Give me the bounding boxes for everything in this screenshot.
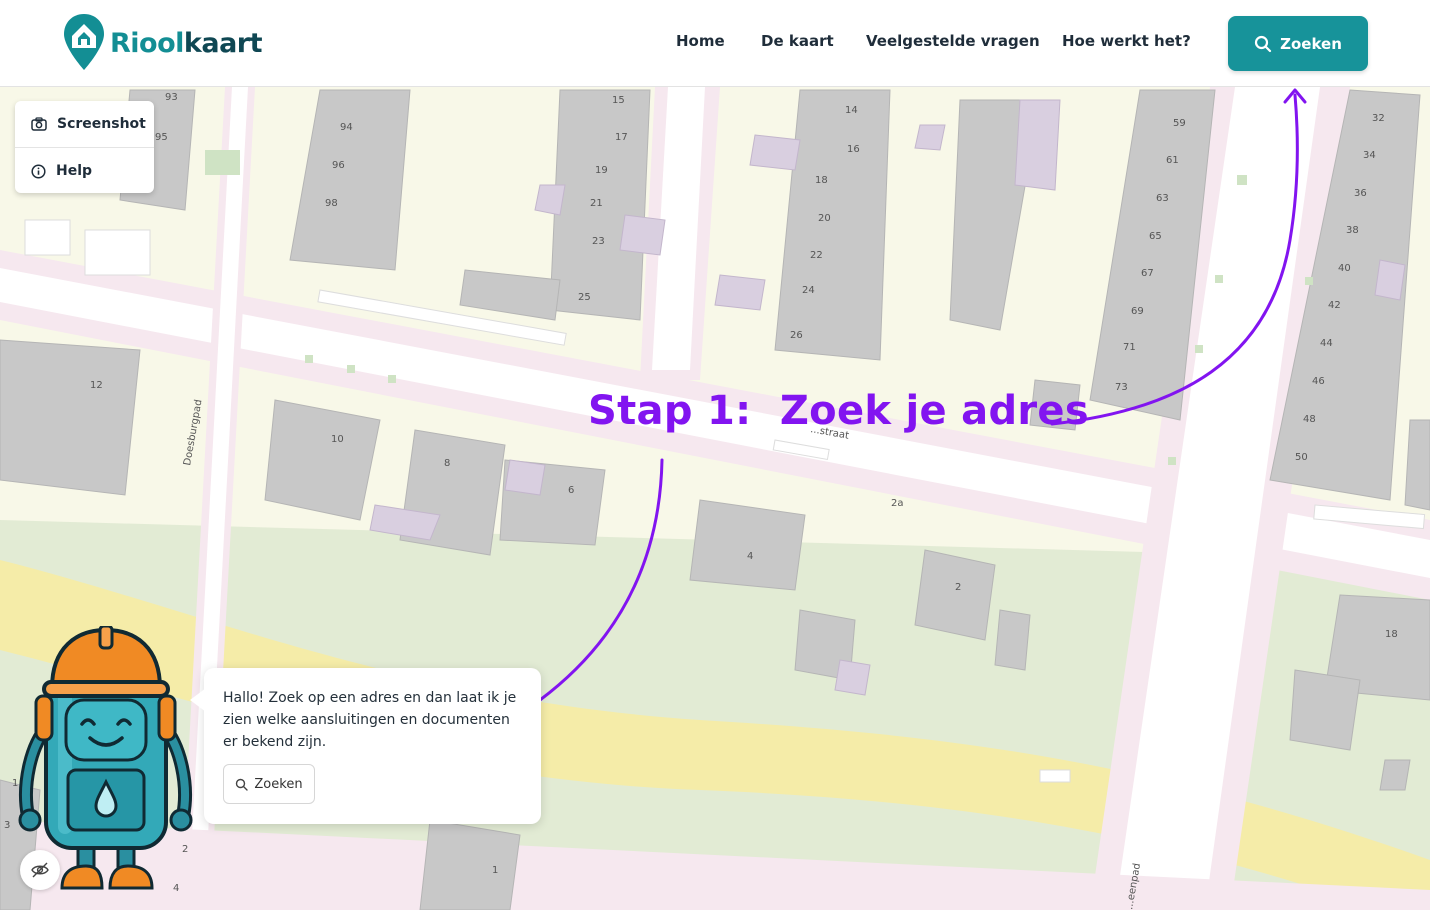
brand-part-2: kaart xyxy=(183,27,263,59)
house-number: 94 xyxy=(340,122,353,133)
house-number: 19 xyxy=(595,165,608,176)
house-number: 40 xyxy=(1338,263,1351,274)
header-search-label: Zoeken xyxy=(1280,34,1342,53)
house-number: 24 xyxy=(802,285,815,296)
house-number: 98 xyxy=(325,198,338,209)
house-number: 12 xyxy=(90,380,103,391)
house-number: 20 xyxy=(818,213,831,224)
house-number: 21 xyxy=(590,198,603,209)
house-number: 42 xyxy=(1328,300,1341,311)
house-pin-logo xyxy=(64,14,104,70)
camera-icon xyxy=(31,117,47,131)
house-number: 2 xyxy=(955,582,961,593)
house-number: 50 xyxy=(1295,452,1308,463)
help-button[interactable]: Help xyxy=(15,147,154,193)
house-number: 14 xyxy=(845,105,858,116)
house-number: 69 xyxy=(1131,306,1144,317)
house-number: 10 xyxy=(331,434,344,445)
house-number: 65 xyxy=(1149,231,1162,242)
house-number: 95 xyxy=(155,132,168,143)
screenshot-button[interactable]: Screenshot xyxy=(15,101,154,147)
top-header: Rioolkaart Home De kaart Veelgestelde vr… xyxy=(0,0,1430,87)
house-number: 71 xyxy=(1123,342,1136,353)
assistant-speech-bubble: Hallo! Zoek op een adres en dan laat ik … xyxy=(190,668,541,824)
screenshot-label: Screenshot xyxy=(57,116,146,132)
brand-name: Rioolkaart xyxy=(110,27,263,59)
house-number: 46 xyxy=(1312,376,1325,387)
brand-part-1: Riool xyxy=(110,27,184,59)
house-number: 25 xyxy=(578,292,591,303)
nav-veelgestelde-vragen[interactable]: Veelgestelde vragen xyxy=(866,32,1040,50)
house-number: 61 xyxy=(1166,155,1179,166)
house-number: 18 xyxy=(815,175,828,186)
house-number: 63 xyxy=(1156,193,1169,204)
house-number: 38 xyxy=(1346,225,1359,236)
nav-de-kaart[interactable]: De kaart xyxy=(761,32,834,50)
house-number: 6 xyxy=(568,485,574,496)
house-number: 2a xyxy=(891,498,904,509)
house-number: 8 xyxy=(444,458,450,469)
nav-hoe-werkt-het[interactable]: Hoe werkt het? xyxy=(1062,32,1191,50)
house-number: 34 xyxy=(1363,150,1376,161)
house-number: 23 xyxy=(592,236,605,247)
house-number: 22 xyxy=(810,250,823,261)
eye-off-icon xyxy=(31,862,49,878)
house-number: 36 xyxy=(1354,188,1367,199)
house-number: 32 xyxy=(1372,113,1385,124)
step-annotation: Stap 1: Zoek je adres xyxy=(588,388,1089,434)
house-number: 17 xyxy=(615,132,628,143)
house-number: 73 xyxy=(1115,382,1128,393)
house-number: 4 xyxy=(747,551,753,562)
house-number: 59 xyxy=(1173,118,1186,129)
header-search-button[interactable]: Zoeken xyxy=(1228,16,1368,71)
search-icon xyxy=(1255,35,1272,52)
house-number: 16 xyxy=(847,144,860,155)
house-number: 3 xyxy=(4,820,10,831)
house-number: 26 xyxy=(790,330,803,341)
assistant-message: Hallo! Zoek op een adres en dan laat ik … xyxy=(223,690,517,750)
bubble-search-button[interactable]: Zoeken xyxy=(223,764,315,804)
house-number: 18 xyxy=(1385,629,1398,640)
info-icon xyxy=(31,163,46,179)
map-tools-panel: Screenshot Help xyxy=(15,101,154,193)
house-number: 15 xyxy=(612,95,625,106)
nav-home[interactable]: Home xyxy=(676,32,725,50)
bubble-search-label: Zoeken xyxy=(254,776,303,792)
help-label: Help xyxy=(56,163,93,179)
house-number: 67 xyxy=(1141,268,1154,279)
house-number: 44 xyxy=(1320,338,1333,349)
search-icon xyxy=(236,778,249,791)
hide-assistant-button[interactable] xyxy=(20,850,60,890)
house-number: 93 xyxy=(165,92,178,103)
house-number: 96 xyxy=(332,160,345,171)
riolkaart-logo[interactable]: Rioolkaart xyxy=(62,12,263,74)
house-number: 48 xyxy=(1303,414,1316,425)
house-number: 1 xyxy=(492,865,498,876)
